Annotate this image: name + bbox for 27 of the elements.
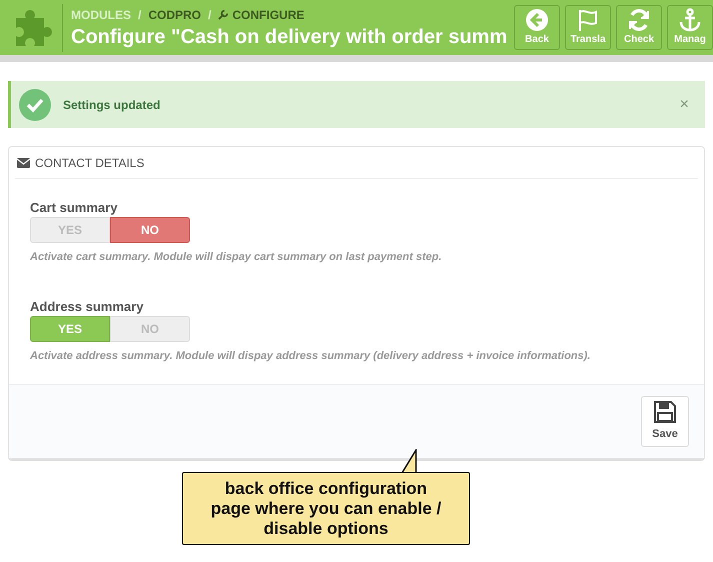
save-button[interactable]: Save (641, 396, 689, 447)
toolbar-button[interactable]: Transla (565, 5, 611, 50)
toolbar-button[interactable]: Back (514, 5, 560, 50)
help-text: Activate address summary. Module will dispay address summary (delivery address + invoice informations). (30, 348, 592, 364)
anchor-icon (678, 8, 702, 32)
wrench-icon (218, 9, 230, 20)
callout-text: back office configuration page where you can enable / disable options (210, 478, 442, 538)
field-label: Cart summary (30, 199, 118, 217)
field-label: Address summary (30, 298, 144, 316)
alert-message: Settings updated (63, 96, 160, 114)
page-title: Configure "Cash on delivery with order summ (71, 24, 508, 50)
check-circle-icon (19, 88, 51, 120)
breadcrumb-item: / (138, 6, 142, 24)
toolbar-button[interactable]: Check (616, 5, 662, 50)
panel-title: CONTACT DETAILS (35, 154, 144, 172)
breadcrumb-item: / (208, 6, 212, 24)
toolbar-button[interactable]: Manag (667, 5, 713, 50)
breadcrumb-item[interactable]: CODPRO (148, 6, 202, 24)
breadcrumb-item[interactable]: CONFIGURE (218, 6, 304, 24)
close-button[interactable]: × (680, 92, 689, 116)
help-text: Activate cart summary. Module will dispay cart summary on last payment step. (30, 250, 443, 265)
breadcrumb-item[interactable]: MODULES (71, 6, 131, 24)
flag-icon (576, 8, 600, 32)
refresh-icon (627, 8, 651, 32)
switch-option[interactable]: YES (30, 316, 110, 342)
switch-option[interactable]: NO (110, 217, 190, 243)
envelope-icon (17, 158, 30, 168)
